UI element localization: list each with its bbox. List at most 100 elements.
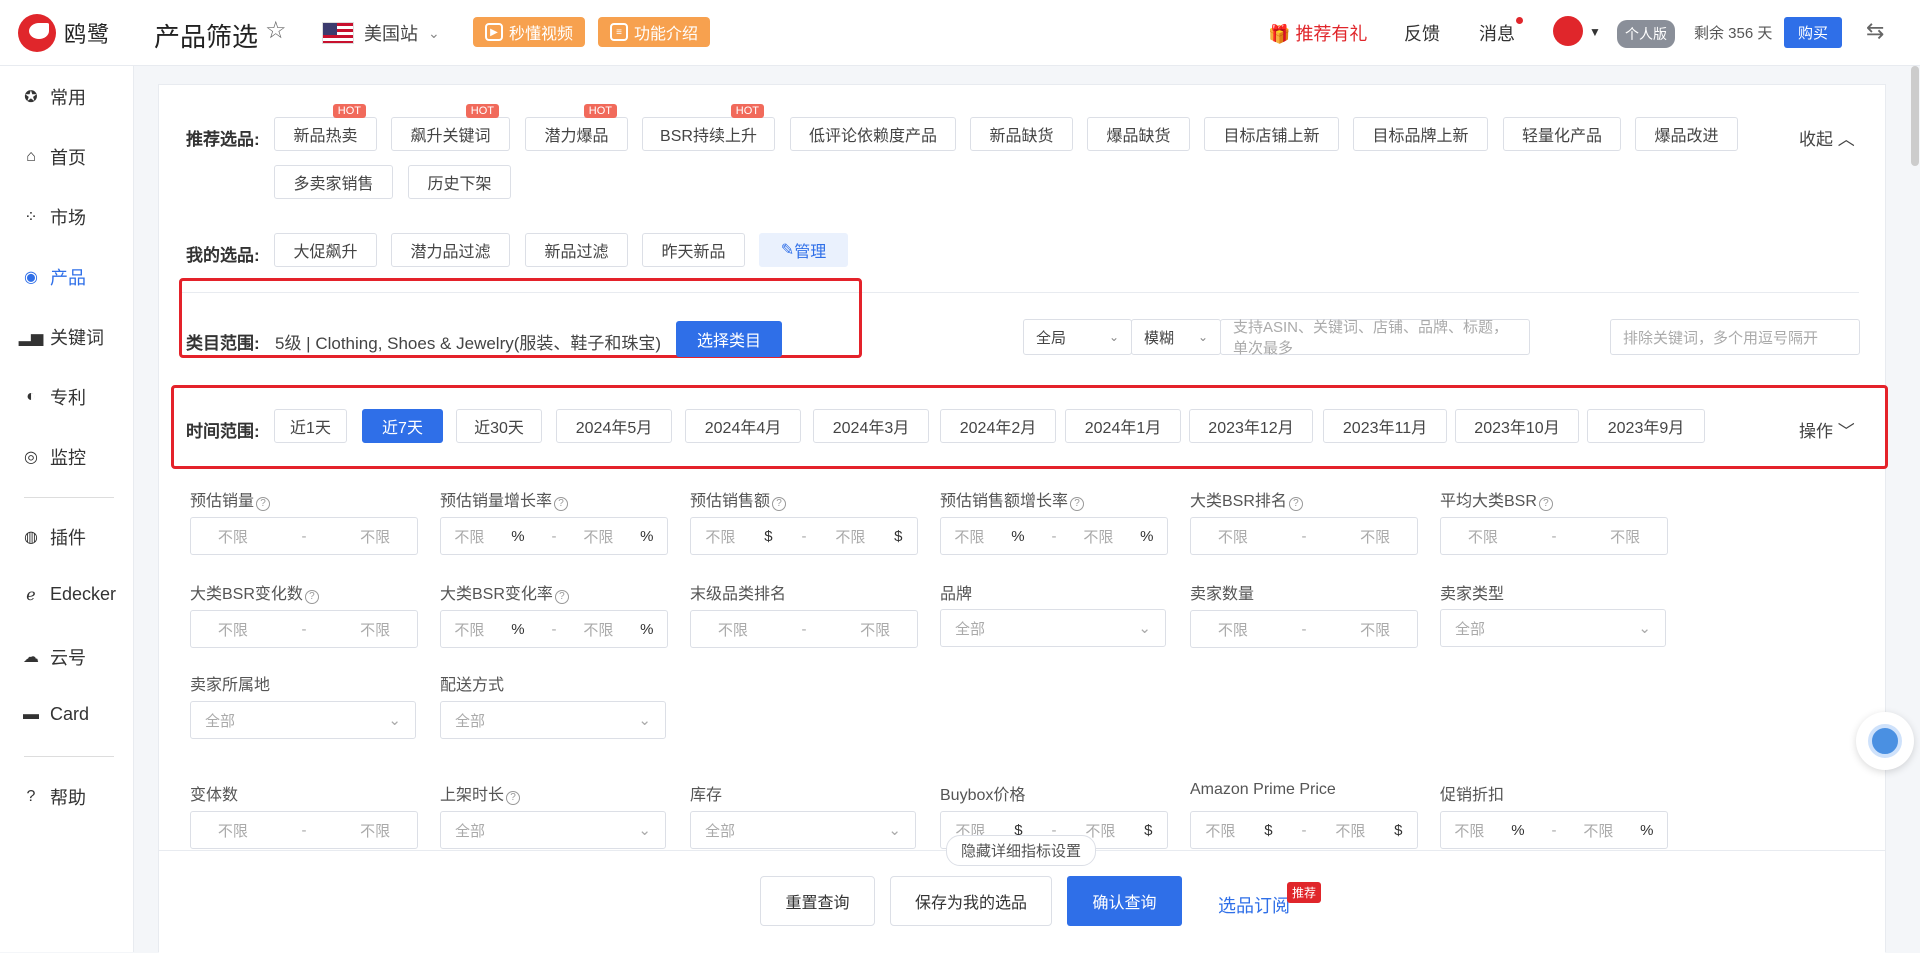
range-input[interactable]: 不限 - 不限	[1190, 610, 1418, 648]
recommend-chip[interactable]: 新品热卖 HOT	[274, 104, 377, 151]
recommend-chip[interactable]: 历史下架	[408, 165, 511, 199]
inventory-select[interactable]: 全部 ⌄	[690, 811, 916, 849]
feedback-link[interactable]: 反馈	[1404, 20, 1440, 46]
range-input[interactable]: 不限 $ - 不限 $	[690, 517, 918, 555]
select-category-button[interactable]: 选择类目	[676, 321, 782, 357]
recommend-chip[interactable]: 飙升关键词 HOT	[391, 104, 510, 151]
site-selector[interactable]: 美国站 ⌄	[322, 20, 440, 46]
search-input[interactable]: 支持ASIN、关键词、店铺、品牌、标题，单次最多	[1220, 319, 1530, 357]
recommend-chip[interactable]: 多卖家销售	[274, 165, 393, 199]
referral-link[interactable]: 🎁 推荐有礼	[1268, 20, 1367, 46]
time-chip[interactable]: 近30天	[456, 409, 542, 443]
sidebar-item-market[interactable]: ⁘ 市场	[22, 204, 86, 230]
logo[interactable]: 鸥鹭	[18, 14, 110, 52]
filter-panel: 推荐选品: 新品热卖 HOT 飙升关键词 HOT 潜力爆品 HOT BSR持续上升 HO…	[158, 84, 1888, 953]
buy-button[interactable]: 购买	[1784, 17, 1843, 48]
video-button[interactable]: ▶ 秒懂视频	[473, 17, 586, 47]
sidebar-item-patent[interactable]: ◐ 专利	[22, 384, 86, 410]
collapse-toggle[interactable]: 收起 ︿	[1799, 125, 1855, 150]
delivery-select[interactable]: 全部 ⌄	[440, 701, 666, 739]
range-input[interactable]: 不限% - 不限%	[1440, 811, 1668, 849]
brand-select[interactable]: 全部 ⌄	[940, 609, 1166, 647]
sidebar-item-card[interactable]: ▬ Card	[22, 704, 89, 725]
manage-button[interactable]: ✎ 管理	[759, 233, 848, 267]
recommend-chip[interactable]: 目标品牌上新	[1353, 117, 1488, 151]
recommend-chip[interactable]: 目标店铺上新	[1204, 117, 1339, 151]
my-pick-chip[interactable]: 潜力品过滤	[391, 233, 510, 267]
chip-label: 近1天	[290, 420, 331, 437]
time-chip[interactable]: 2024年1月	[1065, 409, 1181, 443]
range-input[interactable]: 不限% - 不限%	[440, 517, 668, 555]
sidebar-item-keyword[interactable]: ▂▅ 关键词	[19, 324, 104, 350]
sidebar-item-product[interactable]: ◉ 产品	[22, 264, 86, 290]
intro-button[interactable]: ≡ 功能介绍	[598, 17, 711, 47]
match-select[interactable]: 模糊 ⌄	[1131, 319, 1221, 355]
message-link[interactable]: 消息	[1479, 20, 1515, 46]
sidebar-item-label: 关键词	[50, 328, 104, 348]
exclude-keyword-input[interactable]: 排除关键词，多个用逗号隔开	[1610, 319, 1860, 355]
seller-location-select[interactable]: 全部 ⌄	[190, 701, 416, 739]
recommend-chip[interactable]: 潜力爆品 HOT	[525, 104, 628, 151]
my-pick-chip[interactable]: 昨天新品	[642, 233, 745, 267]
range-input[interactable]: 不限 - 不限	[690, 610, 918, 648]
help-icon: ?	[772, 497, 787, 511]
switch-icon[interactable]: ⇆	[1866, 18, 1884, 44]
time-chip[interactable]: 2023年12月	[1189, 409, 1313, 443]
time-chip[interactable]: 2023年9月	[1587, 409, 1705, 443]
time-chip[interactable]: 2023年11月	[1323, 409, 1447, 443]
recommend-chip[interactable]: 低评论依赖度产品	[790, 117, 956, 151]
favorite-star-icon[interactable]: ☆	[265, 16, 287, 45]
recommend-chip[interactable]: 轻量化产品	[1503, 117, 1621, 151]
save-pick-button[interactable]: 保存为我的选品	[890, 876, 1052, 926]
time-chip[interactable]: 2024年4月	[685, 409, 801, 443]
range-input[interactable]: 不限 - 不限	[1440, 517, 1668, 555]
seller-type-select[interactable]: 全部 ⌄	[1440, 609, 1666, 647]
listing-age-select[interactable]: 全部 ⌄	[440, 811, 666, 849]
help-icon: ?	[304, 590, 319, 604]
range-input[interactable]: 不限% - 不限%	[440, 610, 668, 648]
time-chip-active[interactable]: 近7天	[362, 409, 443, 443]
chip-label: 新品热卖	[293, 128, 358, 145]
sidebar-item-edecker[interactable]: ℯ Edecker	[22, 584, 116, 605]
sidebar-item-monitor[interactable]: ◎ 监控	[22, 444, 86, 470]
sidebar-item-cloud[interactable]: ☁ 云号	[22, 644, 86, 670]
filter-label: 预估销量?	[190, 487, 271, 511]
chrome-icon: ◍	[24, 529, 38, 546]
sidebar-item-common[interactable]: ✪ 常用	[22, 84, 86, 110]
range-input[interactable]: 不限 - 不限	[1190, 517, 1418, 555]
scrollbar[interactable]	[1911, 66, 1919, 166]
customer-service-button[interactable]	[1856, 712, 1914, 770]
range-input[interactable]: 不限 $ - 不限 $	[1190, 811, 1418, 849]
subscribe-link[interactable]: 选品订阅	[1218, 892, 1290, 918]
home-icon: ⌂	[26, 148, 36, 165]
recommend-chip[interactable]: BSR持续上升 HOT	[642, 104, 775, 151]
avatar-dropdown-icon[interactable]: ▼	[1589, 25, 1601, 39]
operate-toggle[interactable]: 操作 ﹀	[1799, 417, 1855, 442]
time-chip[interactable]: 2024年3月	[813, 409, 929, 443]
range-input[interactable]: 不限 - 不限	[190, 811, 418, 849]
time-chip[interactable]: 2024年5月	[556, 409, 672, 443]
scope-select[interactable]: 全局 ⌄	[1023, 319, 1132, 355]
help-icon: ?	[1538, 497, 1553, 511]
recommend-chip[interactable]: 新品缺货	[970, 117, 1073, 151]
filter-label: 变体数	[190, 787, 239, 804]
chip-label: 2024年3月	[832, 420, 910, 437]
confirm-button[interactable]: 确认查询	[1067, 876, 1182, 926]
filter-label: 预估销量增长率?	[440, 487, 569, 511]
range-input[interactable]: 不限 - 不限	[190, 610, 418, 648]
range-input[interactable]: 不限 - 不限	[190, 517, 418, 555]
recommend-chip[interactable]: 爆品改进	[1635, 117, 1738, 151]
sidebar-item-home[interactable]: ⌂ 首页	[22, 144, 86, 170]
reset-button[interactable]: 重置查询	[760, 876, 875, 926]
time-chip[interactable]: 2024年2月	[940, 409, 1056, 443]
range-input[interactable]: 不限% - 不限%	[940, 517, 1168, 555]
recommend-chip[interactable]: 爆品缺货	[1087, 117, 1190, 151]
avatar[interactable]	[1553, 16, 1583, 46]
my-pick-chip[interactable]: 新品过滤	[525, 233, 628, 267]
sidebar-item-plugin[interactable]: ◍ 插件	[22, 524, 86, 550]
hide-details-toggle[interactable]: 隐藏详细指标设置	[946, 835, 1097, 866]
my-pick-chip[interactable]: 大促飙升	[274, 233, 377, 267]
sidebar-item-help[interactable]: ? 帮助	[22, 784, 86, 810]
time-chip[interactable]: 2023年10月	[1455, 409, 1579, 443]
time-chip[interactable]: 近1天	[274, 409, 347, 443]
